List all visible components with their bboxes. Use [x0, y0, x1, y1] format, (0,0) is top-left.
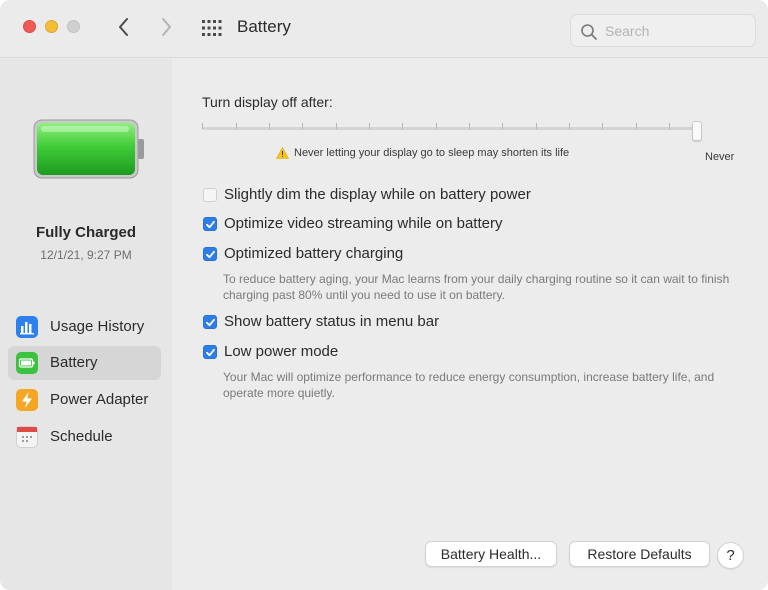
warning-text: Never letting your display go to sleep m… [294, 147, 570, 159]
battery-health-button[interactable]: Battery Health... [425, 541, 557, 567]
option-label: Slightly dim the display while on batter… [224, 186, 531, 203]
zoom-window-button[interactable] [67, 20, 80, 33]
battery-settings-panel: Turn display off after: Never letting yo… [173, 59, 768, 590]
restore-defaults-button[interactable]: Restore Defaults [569, 541, 710, 567]
slider-thumb[interactable] [692, 121, 702, 141]
option-label: Optimize video streaming while on batter… [224, 215, 503, 232]
slider-tick [236, 123, 237, 129]
search-input[interactable] [605, 21, 745, 41]
slider-tick [302, 123, 303, 129]
option-label: Show battery status in menu bar [224, 313, 440, 330]
display-off-slider[interactable] [202, 119, 706, 141]
close-window-button[interactable] [23, 20, 36, 33]
slider-tick [202, 123, 203, 129]
calendar-icon [16, 426, 38, 448]
show-all-grid-icon[interactable] [202, 20, 222, 36]
optimize-video-checkbox[interactable] [203, 217, 217, 231]
slider-tick [569, 123, 570, 129]
menu-bar-status-checkbox[interactable] [203, 315, 217, 329]
slider-tick [369, 123, 370, 129]
slider-tick [536, 123, 537, 129]
title-bar: Battery [0, 0, 768, 58]
sidebar: Fully Charged 12/1/21, 9:27 PM Usage His… [0, 59, 172, 590]
chevron-right-icon [162, 18, 171, 36]
charge-timestamp: 12/1/21, 9:27 PM [40, 248, 132, 262]
sidebar-item-power-adapter[interactable]: Power Adapter [8, 383, 161, 417]
checkmark-icon [206, 348, 215, 357]
sidebar-item-label: Power Adapter [50, 391, 149, 408]
slider-track [202, 127, 702, 130]
optimized-charging-description: To reduce battery aging, your Mac learns… [223, 272, 730, 302]
warning-icon [276, 147, 289, 159]
bar-chart-icon [16, 316, 38, 338]
slider-tick [436, 123, 437, 129]
sidebar-item-usage-history[interactable]: Usage History [8, 310, 161, 344]
display-off-label: Turn display off after: [202, 94, 333, 110]
search-icon [581, 24, 597, 40]
sidebar-item-schedule[interactable]: Schedule [8, 420, 161, 454]
sidebar-item-label: Schedule [50, 428, 113, 445]
chevron-left-icon [119, 18, 128, 36]
preferences-window: Battery Fully Charged 12/1/21, 9:27 PM [0, 0, 768, 590]
sidebar-item-battery[interactable]: Battery [8, 346, 161, 380]
search-field[interactable] [570, 14, 756, 47]
slider-tick [269, 123, 270, 129]
low-power-mode-checkbox[interactable] [203, 345, 217, 359]
slider-value-label: Never [705, 151, 735, 163]
low-power-mode-description: Your Mac will optimize performance to re… [223, 370, 715, 400]
forward-button[interactable] [155, 14, 177, 40]
dim-display-checkbox[interactable] [203, 188, 217, 202]
optimized-charging-checkbox[interactable] [203, 247, 217, 261]
slider-tick [502, 123, 503, 129]
slider-tick [636, 123, 637, 129]
slider-tick [469, 123, 470, 129]
slider-tick [669, 123, 670, 129]
slider-tick [336, 123, 337, 129]
battery-icon [16, 352, 38, 374]
back-button[interactable] [113, 14, 135, 40]
slider-tick [602, 123, 603, 129]
checkmark-icon [206, 220, 215, 229]
option-label: Optimized battery charging [224, 245, 404, 262]
window-title: Battery [237, 17, 291, 36]
option-label: Low power mode [224, 343, 339, 360]
lightning-bolt-icon [16, 389, 38, 411]
sidebar-item-label: Usage History [50, 318, 145, 335]
battery-full-icon [33, 119, 144, 179]
sidebar-item-label: Battery [50, 354, 98, 371]
help-button[interactable]: ? [717, 542, 744, 569]
slider-tick [402, 123, 403, 129]
charge-status: Fully Charged [35, 224, 136, 241]
checkmark-icon [206, 250, 215, 259]
checkmark-icon [206, 318, 215, 327]
minimize-window-button[interactable] [45, 20, 58, 33]
